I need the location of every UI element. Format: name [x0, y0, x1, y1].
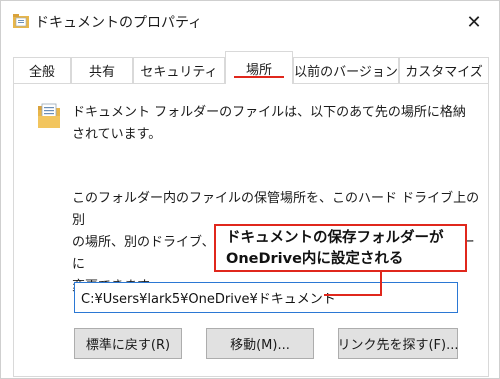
description-line: ドキュメント フォルダーのファイルは、以下のあて先の場所に格納 — [72, 105, 466, 120]
find-target-button[interactable]: リンク先を探す(F)... — [337, 328, 459, 359]
tab-previous-versions[interactable]: 以前のバージョン — [293, 57, 399, 83]
folder-document-icon — [13, 14, 29, 28]
title-bar: ドキュメントのプロパティ ✕ — [1, 1, 499, 43]
button-label: 標準に戻す(R) — [85, 338, 171, 353]
tab-label: 全般 — [28, 65, 55, 80]
tab-security[interactable]: セキュリティ — [133, 57, 225, 83]
description-line: されています。 — [72, 127, 162, 142]
window-title: ドキュメントのプロパティ — [35, 15, 203, 31]
close-icon: ✕ — [466, 11, 482, 33]
restore-default-button[interactable]: 標準に戻す(R) — [74, 328, 182, 359]
annotation-callout: ドキュメントの保存フォルダーが OneDrive内に設定される — [214, 224, 467, 272]
tab-label: 共有 — [88, 65, 115, 80]
tab-strip: 全般 共有 セキュリティ 場所 以前のバージョン カスタマイズ — [13, 49, 493, 84]
folder-document-icon — [38, 103, 60, 128]
properties-window: ドキュメントのプロパティ ✕ 全般 共有 セキュリティ 場所 以前のバージョン … — [0, 0, 500, 379]
close-button[interactable]: ✕ — [457, 7, 491, 37]
tab-label: カスタマイズ — [405, 65, 483, 80]
tab-label: セキュリティ — [140, 65, 218, 80]
tab-location[interactable]: 場所 — [225, 51, 293, 84]
location-panel: ドキュメント フォルダーのファイルは、以下のあて先の場所に格納 されています。 … — [13, 83, 489, 377]
callout-connector — [324, 294, 382, 296]
tab-label: 場所 — [245, 62, 272, 78]
folder-description: ドキュメント フォルダーのファイルは、以下のあて先の場所に格納 されています。 — [72, 102, 472, 146]
tab-customize[interactable]: カスタマイズ — [399, 57, 489, 83]
folder-path-input[interactable] — [74, 282, 458, 313]
tab-label: 以前のバージョン — [294, 65, 398, 80]
callout-connector — [380, 272, 382, 296]
callout-line: ドキュメントの保存フォルダーが — [226, 230, 444, 246]
button-label: 移動(M)... — [230, 338, 290, 353]
callout-line: OneDrive内に設定される — [226, 251, 404, 267]
tab-sharing[interactable]: 共有 — [71, 57, 133, 83]
tab-highlight-underline — [234, 76, 284, 78]
move-button[interactable]: 移動(M)... — [206, 328, 314, 359]
button-label: リンク先を探す(F)... — [337, 338, 459, 353]
tab-general[interactable]: 全般 — [13, 57, 71, 83]
